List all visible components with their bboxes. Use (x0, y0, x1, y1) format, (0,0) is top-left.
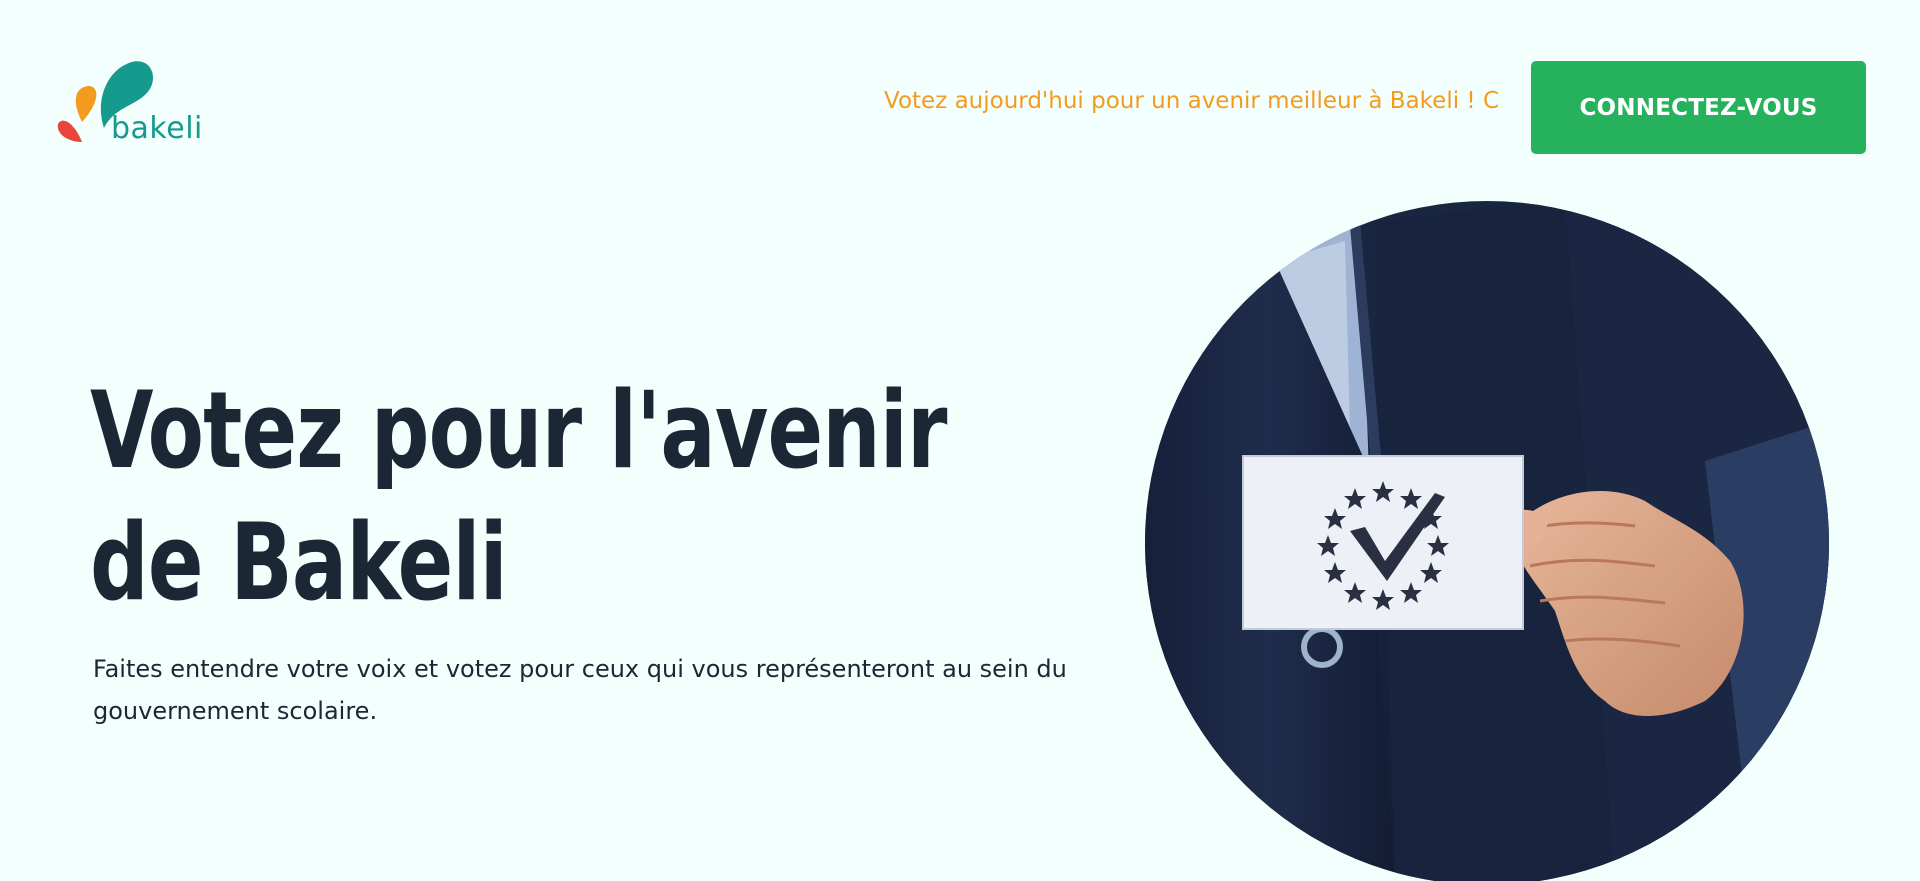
hero-title-line2: de Bakeli (90, 501, 508, 624)
login-button[interactable]: CONNECTEZ-VOUS (1531, 61, 1866, 154)
hero-subtitle: Faites entendre votre voix et votez pour… (93, 655, 1067, 725)
login-button-label: CONNECTEZ-VOUS (1579, 94, 1818, 121)
logo-wordmark: bakeli (111, 111, 203, 146)
announcement-marquee: Votez aujourd'hui pour un avenir meilleu… (884, 84, 1531, 118)
landing-page: bakeli Votez aujourd'hui pour un avenir … (0, 0, 1920, 881)
person-holding-vote-card-icon (1145, 201, 1829, 881)
bakeli-logo[interactable]: bakeli (54, 58, 214, 154)
hero-image (1145, 201, 1829, 881)
hero-title: Votez pour l'avenir de Bakeli (90, 365, 950, 629)
hero-title-line1: Votez pour l'avenir (90, 369, 947, 492)
announcement-text: Votez aujourd'hui pour un avenir meilleu… (884, 88, 1500, 114)
